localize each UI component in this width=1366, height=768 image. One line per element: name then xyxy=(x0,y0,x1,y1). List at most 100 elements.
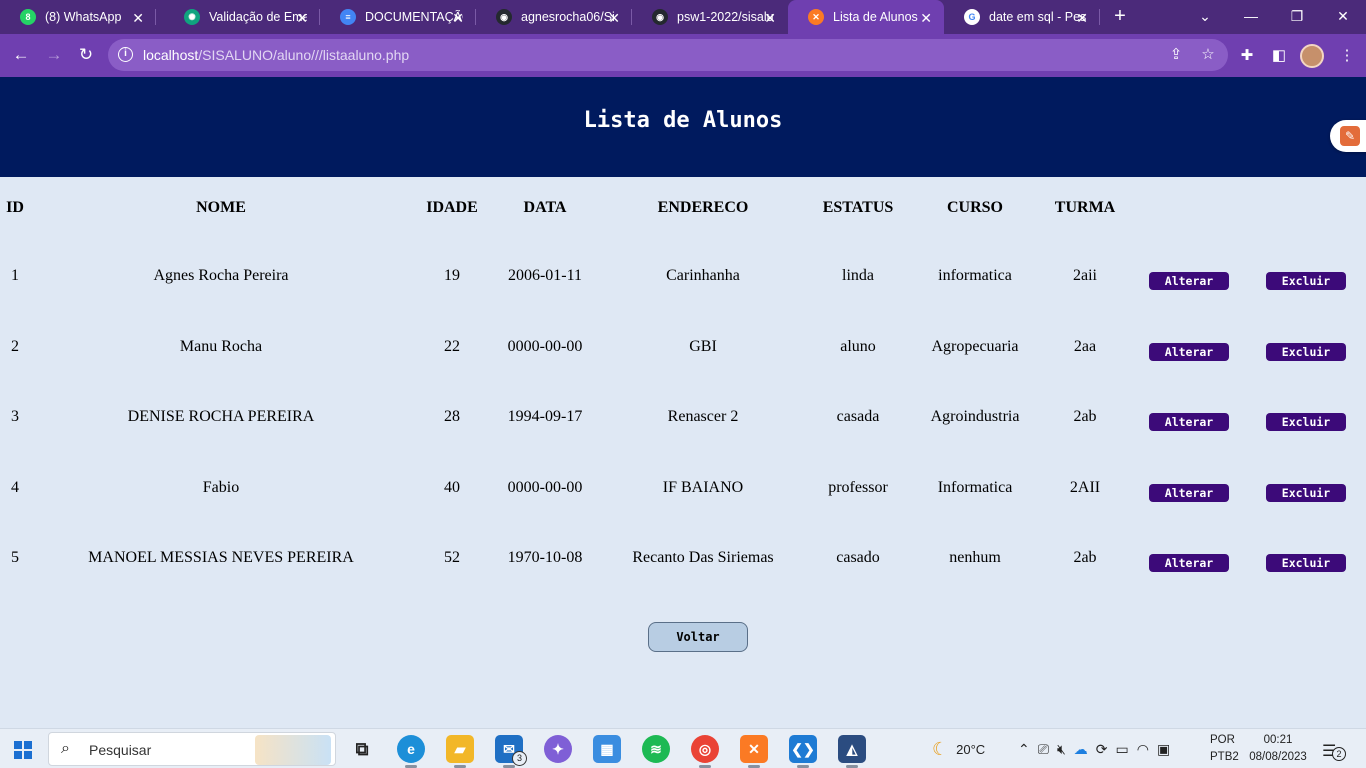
close-tab-icon[interactable]: ✕ xyxy=(764,10,776,27)
cell-endereco: Recanto Das Siriemas xyxy=(632,549,774,566)
tab-search-chevron-icon[interactable]: ⌄ xyxy=(1182,0,1228,34)
excluir-button[interactable]: Excluir xyxy=(1266,484,1346,502)
browser-tab[interactable]: ✕ Lista de Alunos ✕ xyxy=(788,0,944,34)
share-icon[interactable]: ⇪ xyxy=(1166,45,1186,65)
column-header-curso: CURSO xyxy=(946,199,1004,216)
cell-nome: Fabio xyxy=(202,479,240,496)
back-button[interactable]: ← xyxy=(8,42,34,68)
browser-tab[interactable]: ◉ psw1-2022/sisalu ✕ xyxy=(632,0,788,34)
cell-data: 2006-01-11 xyxy=(507,267,583,284)
chrome-icon[interactable]: ◎ xyxy=(681,729,729,768)
close-window-button[interactable]: ✕ xyxy=(1320,0,1366,34)
alterar-button[interactable]: Alterar xyxy=(1149,413,1229,431)
alterar-button[interactable]: Alterar xyxy=(1149,272,1229,290)
mute-icon[interactable]: 🔇︎ xyxy=(1057,741,1066,758)
meet-now-icon[interactable]: ⎚ xyxy=(1038,741,1049,758)
cell-id: 5 xyxy=(11,549,19,566)
wifi-icon[interactable]: ◠ xyxy=(1137,741,1149,758)
system-tray: ⌃ ⎚ 🔇︎ ☁ ⟳ ▭ ◠ ▣ xyxy=(1018,729,1170,768)
task-view-icon[interactable]: ⧉ xyxy=(348,735,376,763)
alterar-button[interactable]: Alterar xyxy=(1149,484,1229,502)
language-indicator[interactable]: POR PTB2 xyxy=(1210,732,1239,766)
browser-tab[interactable]: ✺ Validação de Ema ✕ xyxy=(164,0,320,34)
chevron-up-icon[interactable]: ⌃ xyxy=(1018,741,1030,758)
forward-button[interactable]: → xyxy=(41,42,67,68)
sync-icon[interactable]: ⟳ xyxy=(1096,741,1108,758)
xampp-icon[interactable]: ✕ xyxy=(740,735,768,768)
alterar-button[interactable]: Alterar xyxy=(1149,554,1229,572)
browser-tab[interactable]: ◉ agnesrocha06/Si ✕ xyxy=(476,0,632,34)
browser-tab[interactable]: 8 (8) WhatsApp ✕ xyxy=(0,0,156,34)
excluir-button[interactable]: Excluir xyxy=(1266,343,1346,361)
cell-idade: 19 xyxy=(444,267,460,284)
cell-idade: 22 xyxy=(444,338,460,355)
browser-tab-label: psw1-2022/sisalu xyxy=(677,10,774,24)
profile-avatar[interactable] xyxy=(1300,44,1324,68)
close-tab-icon[interactable]: ✕ xyxy=(920,10,932,27)
vscode-icon[interactable]: ❮❯ xyxy=(789,735,817,768)
voltar-button[interactable]: Voltar xyxy=(648,622,748,652)
close-tab-icon[interactable]: ✕ xyxy=(608,10,620,27)
cell-id: 2 xyxy=(11,338,19,355)
display-icon[interactable]: ▣ xyxy=(1157,741,1170,758)
bookmark-star-icon[interactable]: ☆ xyxy=(1198,45,1218,65)
edge-icon[interactable]: e xyxy=(397,735,425,768)
restore-button[interactable]: ❐ xyxy=(1274,0,1320,34)
cell-idade: 40 xyxy=(444,479,460,496)
google-docs-icon: ≡ xyxy=(340,9,356,25)
column-header-id: ID xyxy=(6,199,24,216)
excluir-button[interactable]: Excluir xyxy=(1266,413,1346,431)
file-explorer-icon[interactable]: ▰ xyxy=(446,735,474,768)
excluir-button[interactable]: Excluir xyxy=(1266,272,1346,290)
onedrive-icon[interactable]: ☁ xyxy=(1074,741,1088,758)
browser-tab[interactable]: Gdate em sql - Pes ✕ xyxy=(944,0,1100,34)
copilot-icon[interactable]: ✦ xyxy=(544,735,572,763)
close-tab-icon[interactable]: ✕ xyxy=(296,10,308,27)
browser-tab-label: DOCUMENTAÇÃO xyxy=(365,10,463,24)
mysql-workbench-icon[interactable]: ◭ xyxy=(838,735,866,768)
mail-icon[interactable]: ✉ 3 xyxy=(495,735,527,768)
alterar-button[interactable]: Alterar xyxy=(1149,343,1229,361)
cell-turma: 2aii xyxy=(1073,267,1097,284)
browser-tab[interactable]: ≡ DOCUMENTAÇÃO ✕ xyxy=(320,0,476,34)
new-tab-button[interactable]: + xyxy=(1108,4,1132,28)
close-tab-icon[interactable]: ✕ xyxy=(1076,10,1088,27)
column-header-turma: TURMA xyxy=(1054,199,1116,216)
browser-tab-label: (8) WhatsApp xyxy=(45,10,122,24)
store-icon[interactable]: ▦ xyxy=(593,735,621,763)
excluir-button[interactable]: Excluir xyxy=(1266,554,1346,572)
side-panel-icon[interactable]: ◧ xyxy=(1268,45,1290,67)
url-text[interactable]: localhost/SISALUNO/aluno///listaaluno.ph… xyxy=(143,47,409,63)
minimize-button[interactable]: — xyxy=(1228,0,1274,34)
close-tab-icon[interactable]: ✕ xyxy=(132,10,144,27)
site-info-icon[interactable]: i xyxy=(118,47,133,62)
clock[interactable]: 00:21 08/08/2023 xyxy=(1246,732,1310,766)
chrome-menu-icon[interactable]: ⋮ xyxy=(1336,45,1358,67)
weather-widget[interactable]: ☾ 20°C xyxy=(932,729,985,768)
mail-badge: 3 xyxy=(512,751,527,766)
spotify-icon[interactable]: ≋ xyxy=(642,735,670,763)
windows-taskbar: ⌕ Pesquisar ⧉ e ▰ ✉ 3 ✦ ▦ ≋ ◎ ✕ ❮❯ ◭ ☾ 2… xyxy=(0,728,1366,768)
notification-center-icon[interactable]: ☰ 2 xyxy=(1322,741,1346,761)
moon-icon: ☾ xyxy=(932,738,949,759)
cell-curso: Agropecuaria xyxy=(931,338,1019,355)
taskbar-search-box[interactable]: ⌕ Pesquisar xyxy=(48,732,336,766)
battery-icon[interactable]: ▭ xyxy=(1116,741,1129,758)
cell-estatus: casado xyxy=(836,549,880,566)
search-icon: ⌕ xyxy=(61,740,70,757)
browser-tab-label: Validação de Ema xyxy=(209,10,307,24)
google-icon: G xyxy=(964,9,980,25)
column-header-data: DATA xyxy=(523,199,567,216)
column-header-endereco: ENDERECO xyxy=(657,199,749,216)
extensions-puzzle-icon[interactable]: ✚ xyxy=(1236,45,1258,67)
github-icon: ◉ xyxy=(652,9,668,25)
address-bar[interactable]: i localhost/SISALUNO/aluno///listaaluno.… xyxy=(108,39,1228,71)
close-tab-icon[interactable]: ✕ xyxy=(452,10,464,27)
windows-start-icon[interactable] xyxy=(14,741,32,759)
floating-extension-icon[interactable]: ✎ xyxy=(1330,120,1366,152)
cell-id: 3 xyxy=(11,408,19,425)
browser-tab-label: date em sql - Pes xyxy=(989,10,1087,24)
reload-button[interactable]: ↻ xyxy=(73,42,99,68)
github-icon: ◉ xyxy=(496,9,512,25)
page-title: Lista de Alunos xyxy=(583,108,783,133)
